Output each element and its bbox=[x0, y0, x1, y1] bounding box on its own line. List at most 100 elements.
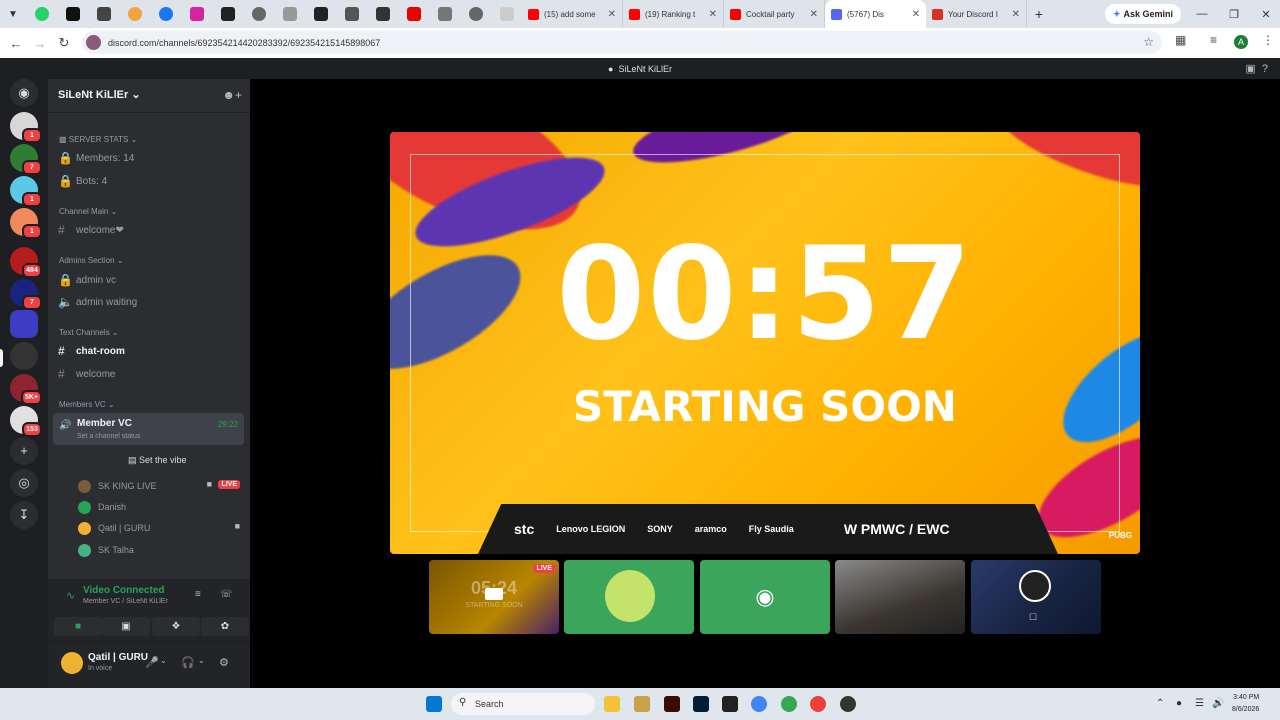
volume-icon[interactable]: 🔊 bbox=[1212, 698, 1224, 709]
avatar[interactable] bbox=[61, 652, 83, 674]
reload-icon[interactable]: ↻ bbox=[52, 35, 76, 51]
channel-members[interactable]: 🔒 Members: 14 bbox=[58, 149, 244, 167]
headphones-icon[interactable]: 🎧 bbox=[181, 656, 195, 669]
system-clock[interactable]: 3:40 PM 8/6/2026 bbox=[1232, 692, 1259, 716]
pinned-tab[interactable] bbox=[119, 0, 150, 28]
app-icon[interactable] bbox=[722, 696, 738, 712]
channel-welcome-heart[interactable]: # welcome❤ bbox=[58, 221, 244, 239]
minimize-button[interactable]: — bbox=[1186, 0, 1218, 28]
pinned-tab[interactable] bbox=[57, 0, 88, 28]
photoshop-icon[interactable] bbox=[693, 696, 709, 712]
server-icon[interactable]: 7 bbox=[10, 279, 42, 310]
voice-member[interactable]: SK KING LIVE ■ LIVE bbox=[78, 477, 240, 495]
voice-member[interactable]: Danish bbox=[78, 498, 240, 516]
extensions-icon[interactable]: ▦ bbox=[1175, 33, 1186, 47]
forward-icon[interactable]: → bbox=[28, 36, 52, 51]
url-bar[interactable]: discord.com/channels/692354214420283392/… bbox=[82, 31, 1162, 54]
chrome-icon[interactable] bbox=[751, 696, 767, 712]
pinned-tab[interactable] bbox=[398, 0, 429, 28]
browser-tab[interactable]: (19) Ranking t ✕ bbox=[623, 0, 724, 28]
chevron-down-icon[interactable]: ⌄ bbox=[198, 656, 205, 665]
server-icon[interactable]: 7 bbox=[10, 144, 42, 175]
set-vibe-button[interactable]: ▤ Set the vibe bbox=[128, 455, 187, 466]
channel-admin-waiting[interactable]: 🔈 admin waiting bbox=[58, 293, 244, 311]
pinned-tab[interactable] bbox=[460, 0, 491, 28]
file-explorer-icon[interactable] bbox=[604, 696, 620, 712]
pinned-tab[interactable] bbox=[305, 0, 336, 28]
add-server-icon[interactable]: + bbox=[10, 437, 38, 465]
title-bar-icons[interactable]: ▣ ? bbox=[1245, 62, 1268, 75]
site-info-icon[interactable] bbox=[86, 35, 101, 50]
restore-button[interactable]: ❐ bbox=[1218, 0, 1250, 28]
close-tab-icon[interactable]: ✕ bbox=[810, 9, 818, 20]
chrome-icon[interactable] bbox=[810, 696, 826, 712]
home-discord-icon[interactable]: ◉ bbox=[10, 79, 38, 107]
browser-tab[interactable]: (15) add some ✕ bbox=[522, 0, 623, 28]
participant-tile[interactable]: ☐ bbox=[971, 560, 1101, 634]
voice-member[interactable]: SK Talha bbox=[78, 541, 240, 559]
close-tab-icon[interactable]: ✕ bbox=[912, 9, 920, 20]
browser-tab-active[interactable]: (5767) Dis ✕ bbox=[825, 0, 926, 28]
category-admins[interactable]: Admins Section ⌄ bbox=[59, 256, 124, 265]
voice-channel-member-vc[interactable]: 🔊 Member VC Set a channel status 29:22 bbox=[53, 413, 244, 445]
discover-icon[interactable]: ◎ bbox=[10, 469, 38, 497]
obs-icon[interactable] bbox=[840, 696, 856, 712]
chevron-down-icon[interactable]: ⌄ bbox=[160, 656, 167, 665]
server-icon[interactable]: 5K+ bbox=[10, 374, 42, 405]
pinned-tab[interactable] bbox=[181, 0, 212, 28]
screen-share-button[interactable]: ▣ bbox=[102, 617, 150, 636]
pinned-tab[interactable] bbox=[367, 0, 398, 28]
menu-icon[interactable]: ⋮ bbox=[1262, 33, 1274, 47]
participant-tile[interactable]: ◉ bbox=[700, 560, 830, 634]
pinned-tab[interactable] bbox=[491, 0, 522, 28]
pinned-tab[interactable] bbox=[429, 0, 460, 28]
tray-chevron-icon[interactable]: ⌃ bbox=[1156, 698, 1164, 709]
server-icon[interactable]: 1 bbox=[10, 176, 42, 207]
disconnect-icon[interactable]: ☏ bbox=[220, 589, 233, 600]
tray-icon[interactable]: ● bbox=[1176, 698, 1182, 709]
settings-gear-icon[interactable]: ⚙ bbox=[219, 656, 229, 669]
close-tab-icon[interactable]: ✕ bbox=[1012, 9, 1020, 20]
channel-welcome[interactable]: # welcome bbox=[58, 365, 244, 383]
server-icon[interactable]: 484 bbox=[10, 247, 42, 278]
profile-avatar[interactable]: A bbox=[1234, 35, 1248, 49]
pinned-tab[interactable] bbox=[243, 0, 274, 28]
category-server-stats[interactable]: ▩ SERVER STATS ⌄ bbox=[59, 135, 137, 144]
start-icon[interactable] bbox=[426, 696, 442, 712]
activities-button[interactable]: ❖ bbox=[152, 617, 200, 636]
reading-list-icon[interactable]: ≡ bbox=[1210, 33, 1217, 47]
back-icon[interactable]: ← bbox=[4, 36, 28, 51]
stream-thumbnail[interactable]: 05:24 STARTING SOON LIVE bbox=[429, 560, 559, 634]
channel-chat-room[interactable]: # chat-room bbox=[58, 342, 244, 360]
microphone-icon[interactable]: 🎤 bbox=[145, 656, 159, 669]
channel-admin-vc[interactable]: 🔒 admin vc bbox=[58, 271, 244, 289]
pinned-tab[interactable] bbox=[150, 0, 181, 28]
category-text-channels[interactable]: Text Channels ⌄ bbox=[59, 328, 119, 337]
category-channel-main[interactable]: Channel Main ⌄ bbox=[59, 207, 117, 216]
download-icon[interactable]: ↧ bbox=[10, 501, 38, 529]
noise-suppression-icon[interactable]: ≡ bbox=[195, 589, 201, 600]
screen-share-stream[interactable]: 00:57 STARTING SOON stc Lenovo LEGION SO… bbox=[390, 132, 1140, 554]
invite-people-icon[interactable]: ☻+ bbox=[222, 88, 242, 102]
chrome-icon[interactable] bbox=[781, 696, 797, 712]
pinned-tab[interactable] bbox=[274, 0, 305, 28]
taskbar-search[interactable]: ⚲ Search bbox=[451, 693, 595, 715]
close-window-button[interactable]: ✕ bbox=[1250, 0, 1280, 28]
camera-button[interactable]: ■ bbox=[54, 617, 102, 636]
pinned-tab[interactable] bbox=[26, 0, 57, 28]
browser-tab[interactable]: Cocktail party ✕ bbox=[724, 0, 825, 28]
server-icon[interactable]: 1 bbox=[10, 208, 42, 239]
close-tab-icon[interactable]: ✕ bbox=[608, 9, 616, 20]
bookmark-star-icon[interactable]: ☆ bbox=[1143, 35, 1154, 49]
pinned-tab[interactable] bbox=[88, 0, 119, 28]
soundboard-button[interactable]: ✿ bbox=[201, 617, 249, 636]
server-icon[interactable]: 1 bbox=[10, 112, 42, 143]
category-members-vc[interactable]: Members VC ⌄ bbox=[59, 400, 115, 409]
participant-camera-tile[interactable] bbox=[835, 560, 965, 634]
wifi-icon[interactable]: ☰ bbox=[1195, 698, 1204, 709]
channel-bots[interactable]: 🔒 Bots: 4 bbox=[58, 172, 244, 190]
browser-tab[interactable]: Your Discord I ✕ bbox=[926, 0, 1027, 28]
pinned-tab[interactable] bbox=[336, 0, 367, 28]
server-icon-active[interactable] bbox=[10, 342, 38, 370]
app-icon[interactable] bbox=[634, 696, 650, 712]
